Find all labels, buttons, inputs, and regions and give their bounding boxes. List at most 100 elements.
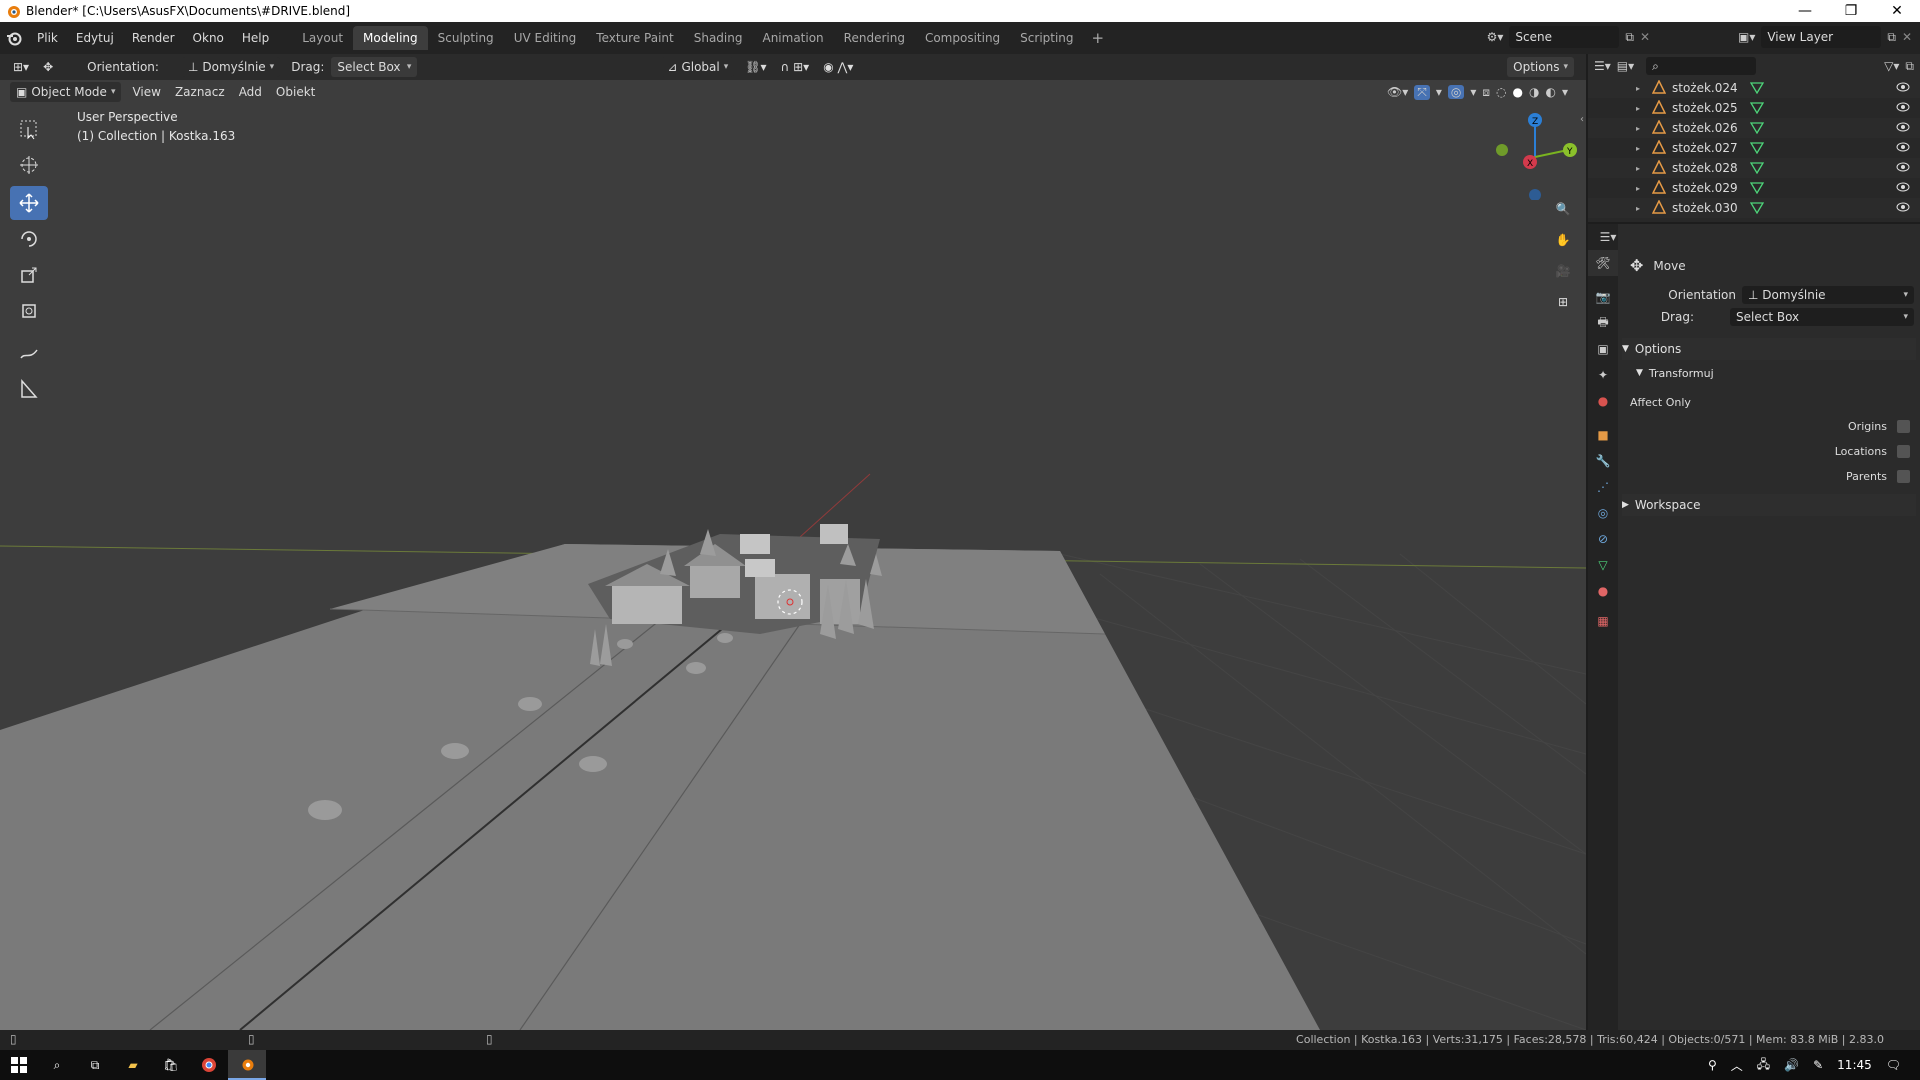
list-item[interactable]: ▸ stożek.024	[1588, 78, 1920, 98]
locations-checkbox[interactable]	[1897, 445, 1910, 458]
expand-arrow-icon[interactable]: ▸	[1636, 84, 1640, 93]
tab-material[interactable]: ●	[1588, 578, 1618, 604]
gizmo-dropdown-icon[interactable]: ▾	[1436, 85, 1442, 99]
start-windows-icon[interactable]	[0, 1050, 38, 1080]
eye-icon[interactable]	[1896, 201, 1910, 213]
tab-animation[interactable]: Animation	[752, 26, 833, 50]
zoom-icon[interactable]: 🔍	[1548, 194, 1578, 224]
wireframe-shading-icon[interactable]: ◌	[1496, 85, 1506, 99]
menu-add[interactable]: Add	[232, 82, 269, 102]
menu-view[interactable]: View	[125, 82, 167, 102]
outliner-editor-type-icon[interactable]: ☰▾	[1594, 59, 1611, 73]
workspace-section-header[interactable]: ▶ Workspace	[1622, 494, 1916, 516]
parents-checkbox[interactable]	[1897, 470, 1910, 483]
delete-view-layer-icon[interactable]: ✕	[1902, 30, 1912, 44]
chrome-icon[interactable]	[190, 1050, 228, 1080]
list-item[interactable]: ▸ stożek.025	[1588, 98, 1920, 118]
add-workspace-button[interactable]: +	[1084, 26, 1113, 50]
3d-viewport[interactable]: ⊞▾ ✥ Orientation: ⊥ Domyślnie ▾ Drag: Se…	[0, 54, 1586, 1030]
tab-modifiers[interactable]: 🔧	[1588, 448, 1618, 474]
options-section-header[interactable]: ▼ Options	[1622, 338, 1916, 360]
close-window-button[interactable]: ✕	[1874, 0, 1920, 22]
measure-tool[interactable]	[10, 372, 48, 406]
tab-physics[interactable]: ◎	[1588, 500, 1618, 526]
blender-menu-icon[interactable]	[0, 30, 28, 46]
move-tool-icon[interactable]: ✥	[36, 57, 60, 77]
store-icon[interactable]: 🛍	[152, 1050, 190, 1080]
menu-help[interactable]: Help	[233, 22, 278, 54]
mesh-data-icon[interactable]	[1750, 120, 1764, 134]
scene-name-field[interactable]: Scene	[1509, 26, 1620, 48]
new-collection-icon[interactable]: ⧉	[1905, 59, 1914, 74]
eye-icon[interactable]	[1896, 181, 1910, 193]
maximize-button[interactable]: ❐	[1828, 0, 1874, 22]
outliner-search-input[interactable]: ⌕	[1646, 57, 1757, 75]
proportional-edit-icon[interactable]: ◉ ⋀▾	[816, 57, 860, 77]
material-shading-icon[interactable]: ◑	[1529, 85, 1539, 99]
sidebar-toggle-chevron-icon[interactable]: ‹	[1580, 114, 1584, 125]
blender-taskbar-icon[interactable]	[228, 1050, 266, 1080]
move-tool[interactable]	[10, 186, 48, 220]
visibility-icon[interactable]: 👁▾	[1387, 85, 1408, 99]
tab-shading[interactable]: Shading	[684, 26, 753, 50]
list-item[interactable]: ▸ stożek.026	[1588, 118, 1920, 138]
menu-zaznacz[interactable]: Zaznacz	[168, 82, 232, 102]
tab-constraints[interactable]: ⊘	[1588, 526, 1618, 552]
overlay-dropdown-icon[interactable]: ▾	[1470, 85, 1476, 99]
eye-icon[interactable]	[1896, 81, 1910, 93]
task-view-icon[interactable]: ⧉	[76, 1050, 114, 1080]
tab-compositing[interactable]: Compositing	[915, 26, 1010, 50]
mesh-data-icon[interactable]	[1750, 80, 1764, 94]
list-item[interactable]: ▸ stożek.027	[1588, 138, 1920, 158]
transform-space-dropdown[interactable]: ⊿ Global ▾	[661, 57, 735, 77]
rotate-tool[interactable]	[10, 222, 48, 256]
scale-tool[interactable]	[10, 258, 48, 292]
viewport-scene[interactable]	[0, 54, 1586, 1030]
tab-texture[interactable]: ▦	[1588, 608, 1618, 634]
view-layer-icon[interactable]: ▣▾	[1738, 30, 1755, 44]
expand-arrow-icon[interactable]: ▸	[1636, 164, 1640, 173]
mode-dropdown[interactable]: ▣ Object Mode ▾	[10, 82, 122, 102]
menu-obiekt[interactable]: Obiekt	[269, 82, 322, 102]
mesh-data-icon[interactable]	[1750, 140, 1764, 154]
list-item[interactable]: ▸ stożek.030	[1588, 198, 1920, 218]
drag-prop-dropdown[interactable]: Select Box ▾	[1730, 308, 1914, 326]
view-layer-name-field[interactable]: View Layer	[1761, 26, 1882, 48]
transform-subsection-header[interactable]: ▼ Transformuj	[1636, 362, 1916, 384]
display-mode-icon[interactable]: ▤▾	[1617, 59, 1634, 73]
people-icon[interactable]: ⚲	[1701, 1058, 1724, 1072]
tab-view-layer[interactable]: ▣	[1588, 336, 1618, 362]
eye-icon[interactable]	[1896, 141, 1910, 153]
volume-icon[interactable]: 🔊	[1777, 1058, 1806, 1072]
transform-tool[interactable]	[10, 294, 48, 328]
gizmo-toggle-icon[interactable]: ⤧	[1414, 84, 1430, 100]
tab-sculpting[interactable]: Sculpting	[428, 26, 504, 50]
eye-icon[interactable]	[1896, 161, 1910, 173]
origins-checkbox[interactable]	[1897, 420, 1910, 433]
menu-render[interactable]: Render	[123, 22, 184, 54]
tab-uv-editing[interactable]: UV Editing	[504, 26, 587, 50]
cursor-tool[interactable]	[10, 148, 48, 182]
tab-texture-paint[interactable]: Texture Paint	[586, 26, 683, 50]
editor-type-icon[interactable]: ⊞▾	[6, 57, 36, 77]
tab-scene[interactable]: ✦	[1588, 362, 1618, 388]
shading-dropdown-icon[interactable]: ▾	[1562, 85, 1568, 99]
expand-arrow-icon[interactable]: ▸	[1636, 184, 1640, 193]
mesh-data-icon[interactable]	[1750, 160, 1764, 174]
snap-icon[interactable]: ∩ ⊞▾	[774, 57, 817, 77]
tab-modeling[interactable]: Modeling	[353, 26, 428, 50]
pan-hand-icon[interactable]: ✋	[1548, 225, 1578, 255]
mesh-data-icon[interactable]	[1750, 100, 1764, 114]
mesh-data-icon[interactable]	[1750, 200, 1764, 214]
overlay-toggle-icon[interactable]: ◎	[1447, 85, 1465, 99]
notifications-icon[interactable]: 🗨	[1879, 1058, 1908, 1072]
orientation-dropdown[interactable]: ⊥ Domyślnie ▾	[181, 57, 281, 77]
options-dropdown[interactable]: Options ▾	[1507, 57, 1574, 77]
tab-object[interactable]: ■	[1588, 422, 1618, 448]
expand-arrow-icon[interactable]: ▸	[1636, 204, 1640, 213]
select-box-tool[interactable]	[10, 112, 48, 146]
rendered-shading-icon[interactable]: ◐	[1545, 85, 1555, 99]
file-explorer-icon[interactable]: ▰	[114, 1050, 152, 1080]
filter-icon[interactable]: ▽▾	[1884, 59, 1899, 73]
pivot-point-icon[interactable]: ⛓▾	[738, 57, 773, 77]
